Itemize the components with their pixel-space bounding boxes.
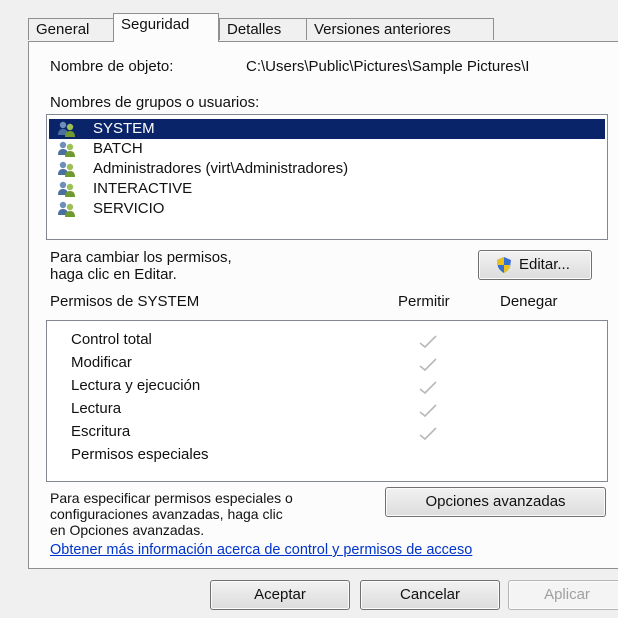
check-icon (419, 335, 437, 349)
cancel-button[interactable]: Cancelar (360, 580, 500, 610)
permissions-list: Control total Modificar Lectura y ejecuc… (46, 320, 608, 482)
permission-name: Escritura (71, 423, 131, 440)
allow-column-header: Permitir (398, 293, 450, 310)
object-path-value: C:\Users\Public\Pictures\Sample Pictures… (246, 58, 530, 75)
groups-label: Nombres de grupos o usuarios: (50, 94, 260, 111)
check-icon (419, 427, 437, 441)
properties-dialog: General Seguridad Detalles Versiones ant… (0, 0, 637, 618)
list-item-servicio[interactable]: SERVICIO (49, 199, 605, 219)
list-item-administradores[interactable]: Administradores (virt\Administradores) (49, 159, 605, 179)
list-item-interactive[interactable]: INTERACTIVE (49, 179, 605, 199)
tab-seguridad[interactable]: Seguridad (113, 13, 219, 42)
uac-shield-icon (497, 257, 511, 273)
advanced-text-3: en Opciones avanzadas. (50, 522, 205, 538)
tab-general[interactable]: General (28, 18, 114, 40)
object-name-label: Nombre de objeto: (50, 58, 174, 75)
permission-name: Modificar (71, 354, 132, 371)
users-group-icon (58, 121, 75, 137)
tab-detalles[interactable]: Detalles (219, 18, 307, 40)
users-group-icon (58, 161, 75, 177)
permission-name: Lectura y ejecución (71, 377, 201, 394)
user-name: INTERACTIVE (93, 180, 193, 197)
apply-button[interactable]: Aplicar (508, 580, 626, 610)
list-item-system[interactable]: SYSTEM (49, 119, 605, 139)
permission-name: Permisos especiales (71, 446, 209, 463)
list-item-batch[interactable]: BATCH (49, 139, 605, 159)
permission-name: Control total (71, 331, 152, 348)
advanced-text-2: configuraciones avanzadas, haga clic (50, 506, 283, 522)
check-icon (419, 381, 437, 395)
tab-versiones-anteriores[interactable]: Versiones anteriores (306, 18, 494, 40)
user-name: SYSTEM (93, 120, 155, 137)
permission-name: Lectura (71, 400, 122, 417)
advanced-options-button[interactable]: Opciones avanzadas (385, 487, 606, 517)
user-name: BATCH (93, 140, 143, 157)
groups-listbox[interactable]: SYSTEM BATCH Administradores (virt\Admin… (46, 114, 608, 240)
check-icon (419, 404, 437, 418)
user-name: Administradores (virt\Administradores) (93, 160, 349, 177)
edit-button[interactable]: Editar... (478, 250, 592, 280)
users-group-icon (58, 201, 75, 217)
check-icon (419, 358, 437, 372)
more-info-link[interactable]: Obtener más información acerca de contro… (50, 542, 472, 558)
window-edge (618, 0, 637, 618)
advanced-text-1: Para especificar permisos especiales o (50, 490, 293, 506)
user-name: SERVICIO (93, 200, 165, 217)
deny-column-header: Denegar (500, 293, 558, 310)
edit-button-label: Editar... (519, 256, 570, 273)
users-group-icon (58, 141, 75, 157)
ok-button[interactable]: Aceptar (210, 580, 350, 610)
permissions-title: Permisos de SYSTEM (50, 293, 200, 310)
change-permissions-text-1: Para cambiar los permisos, (50, 249, 232, 266)
users-group-icon (58, 181, 75, 197)
change-permissions-text-2: haga clic en Editar. (50, 266, 177, 283)
